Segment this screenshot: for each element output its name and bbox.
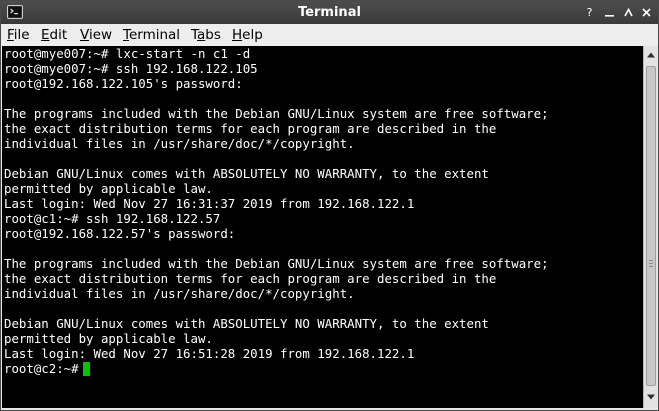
menu-edit[interactable]: Edit bbox=[41, 27, 67, 43]
shell-prompt: root@c2:~# bbox=[4, 361, 79, 376]
terminal-line: root@c1:~# ssh 192.168.122.57 bbox=[4, 211, 221, 226]
minimize-button[interactable] bbox=[601, 4, 618, 21]
close-button[interactable] bbox=[638, 4, 655, 21]
help-button[interactable]: ? bbox=[581, 4, 598, 21]
scroll-up-button[interactable] bbox=[644, 48, 658, 62]
scroll-down-arrow-icon bbox=[647, 394, 655, 400]
terminal-window: Terminal ? File Edit View Terminal Tabs … bbox=[0, 0, 659, 411]
terminal-line: individual files in /usr/share/doc/*/cop… bbox=[4, 136, 355, 151]
terminal-line: Debian GNU/Linux comes with ABSOLUTELY N… bbox=[4, 166, 489, 181]
scroll-down-button[interactable] bbox=[644, 390, 658, 404]
scrollbar-thumb[interactable] bbox=[646, 66, 656, 386]
terminal-line: Last login: Wed Nov 27 16:51:28 2019 fro… bbox=[4, 346, 415, 361]
terminal-output[interactable]: root@mye007:~# lxc-start -n c1 -d root@m… bbox=[2, 46, 643, 408]
grip-line bbox=[649, 263, 653, 264]
terminal-line: root@192.168.122.57's password: bbox=[4, 226, 236, 241]
terminal-line: the exact distribution terms for each pr… bbox=[4, 271, 497, 286]
terminal-line: root@mye007:~# lxc-start -n c1 -d bbox=[4, 46, 251, 61]
terminal-line: The programs included with the Debian GN… bbox=[4, 256, 549, 271]
grip-line bbox=[649, 260, 653, 261]
grip-line bbox=[649, 266, 653, 267]
text-cursor bbox=[82, 362, 90, 376]
scroll-up-arrow-icon bbox=[647, 52, 655, 58]
window-title: Terminal bbox=[298, 5, 361, 20]
help-icon: ? bbox=[586, 6, 593, 19]
terminal-line: the exact distribution terms for each pr… bbox=[4, 121, 497, 136]
terminal-line: root@mye007:~# ssh 192.168.122.105 bbox=[4, 61, 258, 76]
terminal-line: root@192.168.122.105's password: bbox=[4, 76, 243, 91]
terminal-line: permitted by applicable law. bbox=[4, 331, 213, 346]
terminal-line: permitted by applicable law. bbox=[4, 181, 213, 196]
menu-view[interactable]: View bbox=[80, 27, 112, 43]
maximize-icon bbox=[624, 8, 633, 17]
menu-tabs[interactable]: Tabs bbox=[191, 27, 221, 43]
title-bar[interactable]: Terminal ? bbox=[1, 1, 658, 24]
menu-help[interactable]: Help bbox=[232, 27, 263, 43]
close-icon bbox=[642, 8, 651, 17]
terminal-line: Last login: Wed Nov 27 16:31:37 2019 fro… bbox=[4, 196, 415, 211]
menu-bar: File Edit View Terminal Tabs Help bbox=[1, 24, 658, 46]
terminal-line: individual files in /usr/share/doc/*/cop… bbox=[4, 286, 355, 301]
terminal-line: Debian GNU/Linux comes with ABSOLUTELY N… bbox=[4, 316, 489, 331]
terminal-prompt-line[interactable]: root@c2:~# bbox=[4, 361, 90, 376]
menu-file[interactable]: File bbox=[7, 27, 30, 43]
menu-terminal[interactable]: Terminal bbox=[123, 27, 180, 43]
maximize-button[interactable] bbox=[620, 4, 637, 21]
vertical-scrollbar[interactable] bbox=[643, 46, 658, 408]
minimize-icon bbox=[605, 15, 614, 17]
terminal-line: The programs included with the Debian GN… bbox=[4, 106, 549, 121]
